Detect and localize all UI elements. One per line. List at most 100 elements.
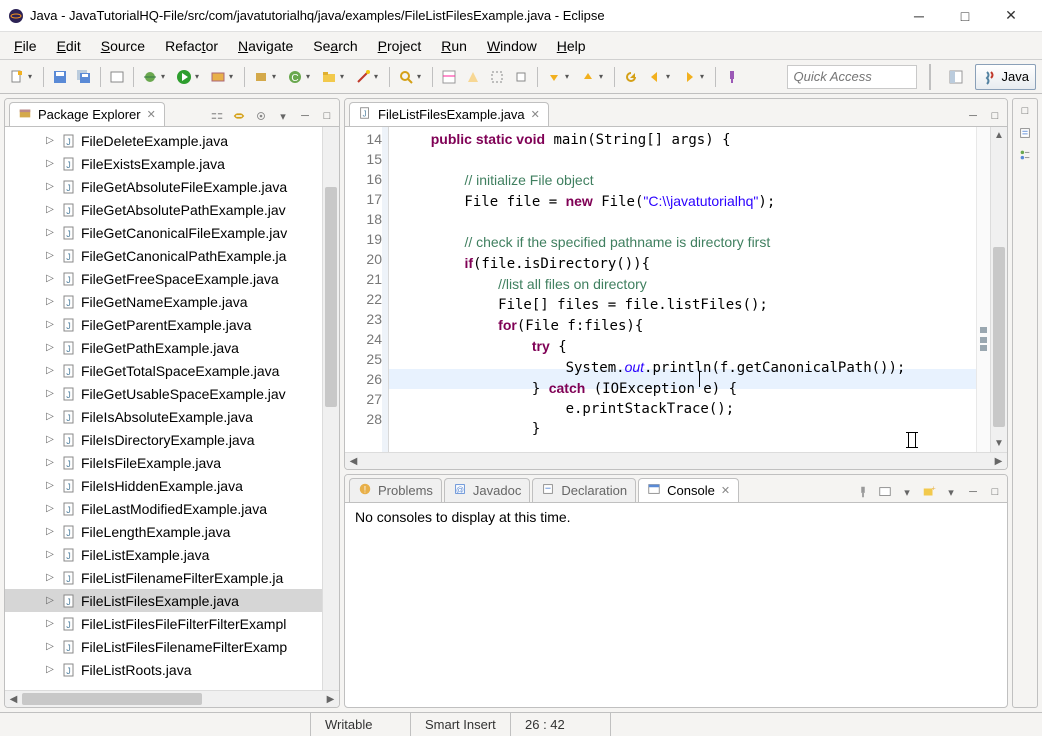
expand-icon[interactable]: ▷ xyxy=(43,249,57,263)
minimize-view-icon[interactable]: ─ xyxy=(297,108,313,124)
toggle-mark-button[interactable] xyxy=(438,66,460,88)
expand-icon[interactable]: ▷ xyxy=(43,295,57,309)
dropdown-icon[interactable]: ▾ xyxy=(28,72,36,81)
close-icon[interactable]: ✕ xyxy=(721,484,730,497)
tab-declaration[interactable]: Declaration xyxy=(532,478,636,502)
back-button[interactable] xyxy=(644,66,666,88)
expand-icon[interactable]: ▷ xyxy=(43,341,57,355)
run-last-button[interactable] xyxy=(207,66,229,88)
menu-navigate[interactable]: Navigate xyxy=(228,35,303,57)
dropdown-icon[interactable]: ▾ xyxy=(599,72,607,81)
expand-icon[interactable]: ▷ xyxy=(43,318,57,332)
new-button[interactable] xyxy=(6,66,28,88)
tree-item[interactable]: ▷JFileIsDirectoryExample.java xyxy=(5,428,322,451)
dropdown-icon[interactable]: ▾ xyxy=(565,72,573,81)
expand-icon[interactable]: ▷ xyxy=(43,410,57,424)
tab-problems[interactable]: !Problems xyxy=(349,478,442,502)
pin-console-icon[interactable] xyxy=(855,484,871,500)
annotation-prev-button[interactable] xyxy=(543,66,565,88)
open-perspective-button[interactable] xyxy=(941,64,971,90)
save-button[interactable] xyxy=(49,66,71,88)
tree-item[interactable]: ▷JFileGetParentExample.java xyxy=(5,313,322,336)
view-menu-icon[interactable]: ▾ xyxy=(275,108,291,124)
expand-icon[interactable]: ▷ xyxy=(43,548,57,562)
close-icon[interactable]: ✕ xyxy=(147,108,156,121)
dropdown-icon[interactable]: ▾ xyxy=(306,72,314,81)
minimize-view-icon[interactable]: ─ xyxy=(965,108,981,124)
highlight-button[interactable] xyxy=(462,66,484,88)
expand-icon[interactable]: ▷ xyxy=(43,272,57,286)
tree-item[interactable]: ▷JFileGetFreeSpaceExample.java xyxy=(5,267,322,290)
debug-button[interactable] xyxy=(139,66,161,88)
expand-icon[interactable]: ▷ xyxy=(43,226,57,240)
block-select-button[interactable] xyxy=(486,66,508,88)
expand-icon[interactable]: ▷ xyxy=(43,456,57,470)
tree-item[interactable]: ▷JFileListFilesFilenameFilterExamp xyxy=(5,635,322,658)
menu-source[interactable]: Source xyxy=(91,35,155,57)
tree-item[interactable]: ▷JFileGetAbsolutePathExample.jav xyxy=(5,198,322,221)
menu-run[interactable]: Run xyxy=(431,35,477,57)
maximize-view-icon[interactable]: □ xyxy=(987,108,1003,124)
tree-item[interactable]: ▷JFileGetAbsoluteFileExample.java xyxy=(5,175,322,198)
focus-icon[interactable] xyxy=(253,108,269,124)
tree-item[interactable]: ▷JFileListFilesExample.java xyxy=(5,589,322,612)
expand-icon[interactable]: ▷ xyxy=(43,571,57,585)
new-package-button[interactable] xyxy=(250,66,272,88)
annotation-next-button[interactable] xyxy=(577,66,599,88)
save-all-button[interactable] xyxy=(73,66,95,88)
close-icon[interactable]: ✕ xyxy=(531,108,540,121)
task-list-icon[interactable] xyxy=(1017,125,1033,141)
tab-javadoc[interactable]: @Javadoc xyxy=(444,478,530,502)
menu-refactor[interactable]: Refactor xyxy=(155,35,228,57)
menu-edit[interactable]: Edit xyxy=(47,35,91,57)
vertical-scrollbar[interactable] xyxy=(322,127,339,690)
menu-project[interactable]: Project xyxy=(368,35,432,57)
dropdown-icon[interactable]: ▾ xyxy=(943,484,959,500)
link-editor-icon[interactable] xyxy=(231,108,247,124)
maximize-view-icon[interactable]: □ xyxy=(319,108,335,124)
expand-icon[interactable]: ▷ xyxy=(43,433,57,447)
expand-icon[interactable]: ▷ xyxy=(43,617,57,631)
horizontal-scrollbar[interactable]: ◀▶ xyxy=(5,690,339,707)
new-folder-button[interactable] xyxy=(318,66,340,88)
package-tree[interactable]: ▷JFileDeleteExample.java▷JFileExistsExam… xyxy=(5,127,322,690)
tab-console[interactable]: Console✕ xyxy=(638,478,739,502)
new-class-button[interactable]: C xyxy=(284,66,306,88)
dropdown-icon[interactable]: ▾ xyxy=(700,72,708,81)
maximize-button[interactable]: □ xyxy=(942,1,988,31)
quick-access-input[interactable] xyxy=(787,65,917,89)
package-explorer-tab[interactable]: Package Explorer ✕ xyxy=(9,102,165,126)
dropdown-icon[interactable]: ▾ xyxy=(417,72,425,81)
dropdown-icon[interactable]: ▾ xyxy=(161,72,169,81)
editor-area[interactable]: 141516171819202122232425262728 public st… xyxy=(345,127,1007,452)
tree-item[interactable]: ▷JFileListFilenameFilterExample.ja xyxy=(5,566,322,589)
tree-item[interactable]: ▷JFileExistsExample.java xyxy=(5,152,322,175)
minimize-button[interactable]: ─ xyxy=(896,1,942,31)
expand-icon[interactable]: ▷ xyxy=(43,502,57,516)
open-console-icon[interactable]: + xyxy=(921,484,937,500)
forward-button[interactable] xyxy=(678,66,700,88)
menu-file[interactable]: File xyxy=(4,35,47,57)
last-edit-button[interactable] xyxy=(620,66,642,88)
tree-item[interactable]: ▷JFileListFilesFileFilterFilterExampl xyxy=(5,612,322,635)
tree-item[interactable]: ▷JFileIsHiddenExample.java xyxy=(5,474,322,497)
horizontal-scrollbar[interactable]: ◀▶ xyxy=(345,452,1007,469)
tree-item[interactable]: ▷JFileGetPathExample.java xyxy=(5,336,322,359)
tree-item[interactable]: ▷JFileGetTotalSpaceExample.java xyxy=(5,359,322,382)
dropdown-icon[interactable]: ▾ xyxy=(374,72,382,81)
search-button[interactable] xyxy=(395,66,417,88)
line-gutter[interactable]: 141516171819202122232425262728 xyxy=(345,127,389,452)
dropdown-icon[interactable]: ▾ xyxy=(229,72,237,81)
dropdown-icon[interactable]: ▾ xyxy=(272,72,280,81)
menu-help[interactable]: Help xyxy=(547,35,596,57)
expand-icon[interactable]: ▷ xyxy=(43,387,57,401)
tree-item[interactable]: ▷JFileLengthExample.java xyxy=(5,520,322,543)
dropdown-icon[interactable]: ▾ xyxy=(899,484,915,500)
expand-icon[interactable]: ▷ xyxy=(43,640,57,654)
open-type-button[interactable] xyxy=(106,66,128,88)
tree-item[interactable]: ▷JFileGetCanonicalFileExample.jav xyxy=(5,221,322,244)
vertical-scrollbar[interactable]: ▲▼ xyxy=(990,127,1007,452)
minimize-view-icon[interactable]: ─ xyxy=(965,484,981,500)
maximize-view-icon[interactable]: □ xyxy=(987,484,1003,500)
pin-button[interactable] xyxy=(721,66,743,88)
